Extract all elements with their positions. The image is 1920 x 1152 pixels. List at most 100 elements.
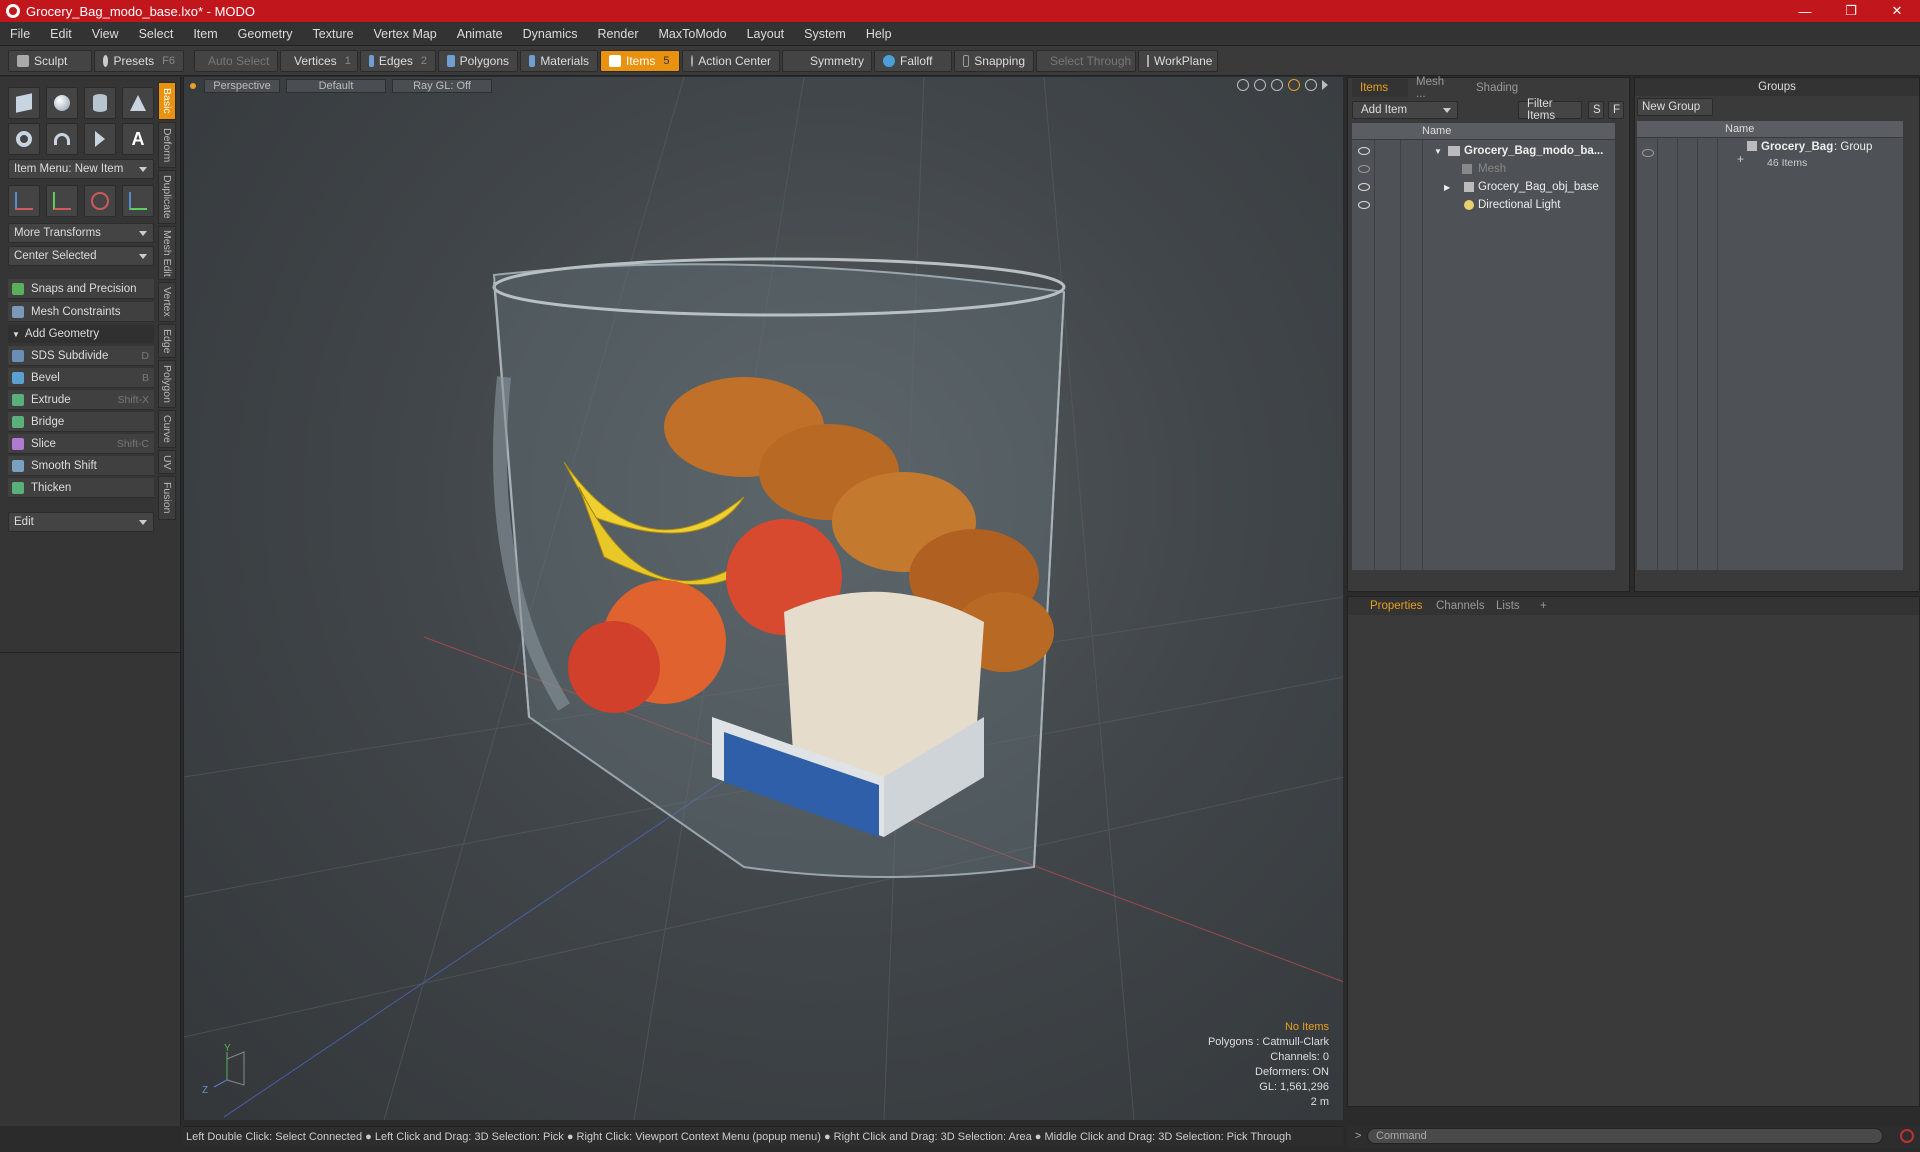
pan-icon[interactable] (1237, 79, 1249, 91)
add-item-button[interactable]: Add Item (1352, 101, 1458, 119)
filter-items-button[interactable]: Filter Items (1518, 98, 1582, 122)
menu-item[interactable]: Item (183, 27, 227, 41)
new-group-button[interactable]: New Group (1637, 98, 1713, 116)
eye-icon[interactable] (1358, 165, 1370, 173)
tab-duplicate[interactable]: Duplicate (158, 170, 176, 224)
eye-icon[interactable] (1358, 201, 1370, 209)
eye-icon[interactable] (1642, 149, 1654, 157)
tab-uv[interactable]: UV (158, 450, 176, 474)
menu-texture[interactable]: Texture (303, 27, 364, 41)
presets-button[interactable]: Presets F6 (94, 49, 184, 72)
tab-vertex[interactable]: Vertex (158, 282, 176, 322)
scale-tool-button[interactable] (84, 185, 116, 217)
vertices-button[interactable]: Vertices 1 (280, 49, 358, 72)
menu-layout[interactable]: Layout (737, 27, 795, 41)
sds-subdivide-button[interactable]: SDS Subdivide D (8, 346, 154, 366)
menu-dynamics[interactable]: Dynamics (513, 27, 588, 41)
tab-shading[interactable]: Shading (1468, 79, 1538, 97)
item-row-scene[interactable]: ▼ Grocery_Bag_modo_ba... (1352, 142, 1615, 160)
tab-items[interactable]: Items (1352, 79, 1408, 97)
menu-view[interactable]: View (82, 27, 129, 41)
eye-icon[interactable] (1358, 147, 1370, 155)
plus-icon[interactable]: + (1737, 152, 1744, 166)
snapping-button[interactable]: Snapping (954, 49, 1034, 72)
tab-lists[interactable]: Lists (1488, 597, 1528, 615)
menu-edit[interactable]: Edit (40, 27, 82, 41)
sphere-primitive-button[interactable] (46, 87, 78, 119)
mesh-constraints-button[interactable]: Mesh Constraints (8, 302, 154, 322)
extrude-button[interactable]: Extrude Shift-X (8, 390, 154, 410)
s-toggle-button[interactable]: S (1588, 101, 1604, 119)
add-tab-button[interactable]: + (1532, 597, 1555, 615)
bevel-button[interactable]: Bevel B (8, 368, 154, 388)
command-input[interactable]: Command (1367, 1128, 1883, 1144)
menu-file[interactable]: File (0, 27, 40, 41)
slice-button[interactable]: Slice Shift-C (8, 434, 154, 454)
center-selected-dropdown[interactable]: Center Selected (8, 246, 154, 266)
tab-properties[interactable]: Properties (1362, 597, 1430, 615)
menu-geometry[interactable]: Geometry (228, 27, 303, 41)
tab-polygon[interactable]: Polygon (158, 360, 176, 408)
menu-maxtomodo[interactable]: MaxToModo (649, 27, 737, 41)
torus-primitive-button[interactable] (8, 123, 40, 155)
auto-select-button[interactable]: Auto Select (194, 49, 278, 72)
menu-vertex-map[interactable]: Vertex Map (364, 27, 447, 41)
items-button[interactable]: Items 5 (600, 49, 680, 72)
raygl-button[interactable]: Ray GL: Off (392, 79, 492, 93)
item-row-directional-light[interactable]: Directional Light (1352, 196, 1615, 214)
tab-curve[interactable]: Curve (158, 410, 176, 448)
close-button[interactable]: ✕ (1874, 0, 1920, 22)
tab-edge[interactable]: Edge (158, 324, 176, 358)
tab-fusion[interactable]: Fusion (158, 476, 176, 520)
item-row-obj-base[interactable]: ▶ Grocery_Bag_obj_base (1352, 178, 1615, 196)
pen-tool-button[interactable] (84, 123, 116, 155)
snaps-precision-button[interactable]: Snaps and Precision (8, 279, 154, 299)
triangle-right-icon[interactable]: ▶ (1444, 183, 1450, 192)
workplane-button[interactable]: WorkPlane (1138, 49, 1218, 72)
menu-system[interactable]: System (794, 27, 856, 41)
shading-default-button[interactable]: Default (286, 79, 386, 93)
item-menu-dropdown[interactable]: Item Menu: New Item (8, 159, 154, 179)
text-tool-button[interactable]: A (122, 123, 154, 155)
minimize-button[interactable]: — (1782, 0, 1828, 22)
tab-mesh-edit[interactable]: Mesh Edit (158, 226, 176, 280)
record-icon[interactable] (1900, 1129, 1914, 1143)
menu-animate[interactable]: Animate (447, 27, 513, 41)
polygons-button[interactable]: Polygons (438, 49, 518, 72)
menu-render[interactable]: Render (588, 27, 649, 41)
tab-channels[interactable]: Channels (1428, 597, 1493, 615)
smooth-shift-button[interactable]: Smooth Shift (8, 456, 154, 476)
rotate-tool-button[interactable] (46, 185, 78, 217)
tab-basic[interactable]: Basic (158, 82, 176, 120)
menu-help[interactable]: Help (856, 27, 902, 41)
perspective-button[interactable]: Perspective (204, 79, 280, 93)
eye-icon[interactable] (1358, 183, 1370, 191)
move-tool-button[interactable] (8, 185, 40, 217)
add-geometry-section[interactable]: ▼ Add Geometry (8, 325, 154, 343)
fit-icon[interactable] (1288, 79, 1300, 91)
cube-primitive-button[interactable] (8, 87, 40, 119)
select-through-button[interactable]: Select Through (1036, 49, 1136, 72)
f-toggle-button[interactable]: F (1608, 101, 1624, 119)
rotate-view-icon[interactable] (1254, 79, 1266, 91)
sculpt-button[interactable]: Sculpt (8, 49, 92, 72)
triangle-down-icon[interactable]: ▼ (1434, 147, 1442, 156)
materials-button[interactable]: Materials (520, 49, 598, 72)
cone-primitive-button[interactable] (122, 87, 154, 119)
falloff-button[interactable]: Falloff (874, 49, 952, 72)
action-center-button[interactable]: Action Center (682, 49, 780, 72)
zoom-icon[interactable] (1271, 79, 1283, 91)
curve-tool-button[interactable] (46, 123, 78, 155)
bridge-button[interactable]: Bridge (8, 412, 154, 432)
item-row-mesh[interactable]: Mesh (1352, 160, 1615, 178)
thicken-button[interactable]: Thicken (8, 478, 154, 498)
menu-select[interactable]: Select (129, 27, 184, 41)
edit-dropdown[interactable]: Edit (8, 512, 154, 532)
symmetry-button[interactable]: Symmetry (782, 49, 872, 72)
triangle-right-icon[interactable] (1322, 80, 1328, 90)
maximize-button[interactable]: ❐ (1828, 0, 1874, 22)
cylinder-primitive-button[interactable] (84, 87, 116, 119)
tab-deform[interactable]: Deform (158, 122, 176, 168)
3d-viewport[interactable]: Y Z Perspective Default Ray GL: Off No I… (183, 77, 1343, 1120)
more-transforms-dropdown[interactable]: More Transforms (8, 223, 154, 243)
